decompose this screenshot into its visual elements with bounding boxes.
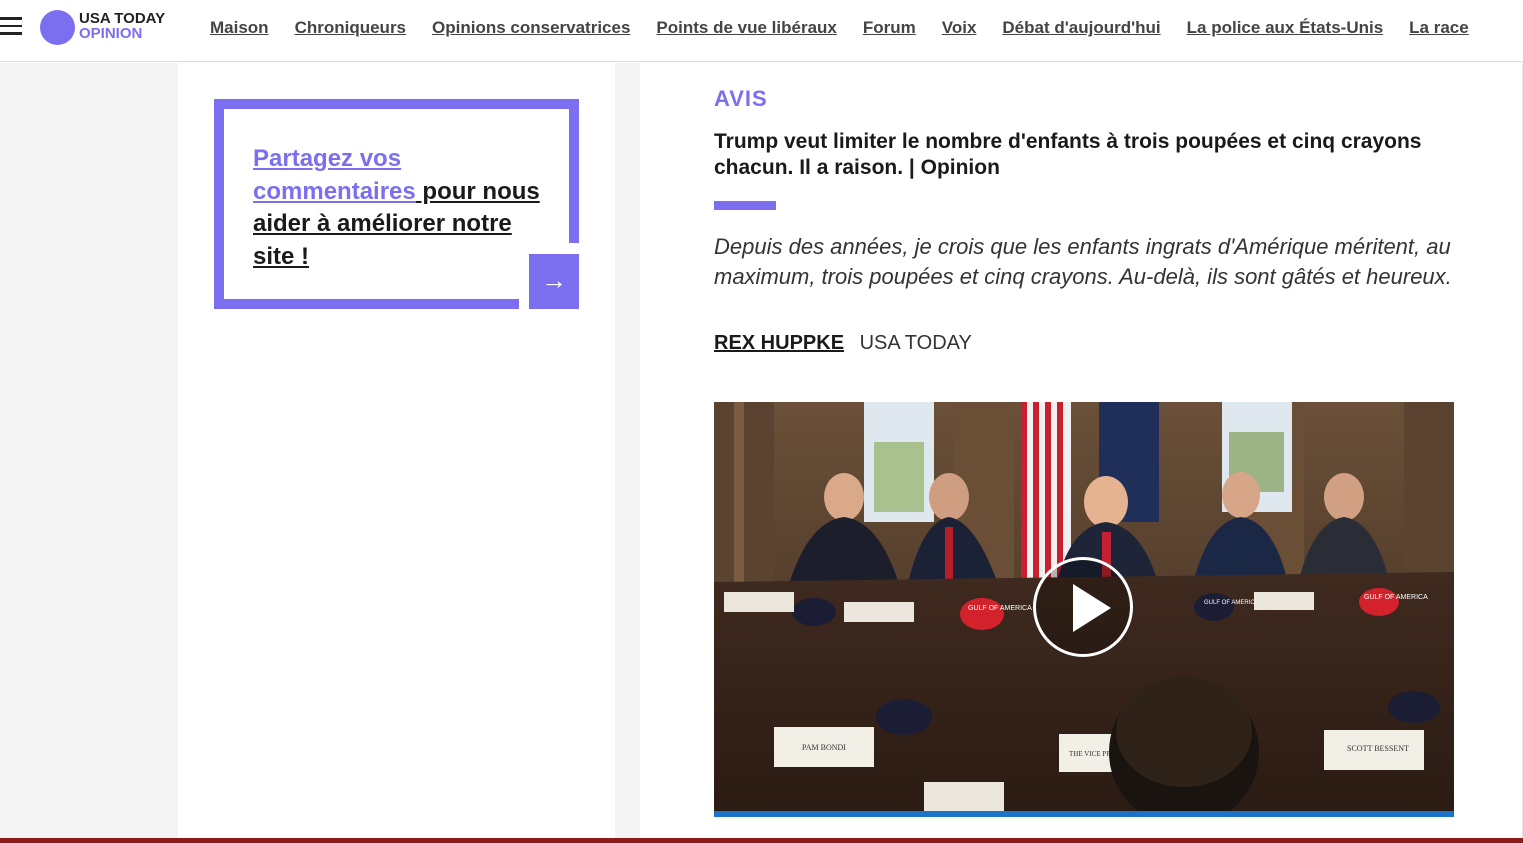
nav-item-opinions-conservatrices[interactable]: Opinions conservatrices (432, 18, 630, 37)
feedback-text: Partagez vos commentaires pour nous aide… (253, 143, 543, 273)
menu-icon[interactable] (0, 17, 22, 35)
byline: REX HUPPKE USA TODAY (714, 332, 972, 355)
video-player[interactable]: GULF OF AMERICA GULF OF AMERICA GULF OF … (714, 402, 1454, 817)
nav-item-police[interactable]: La police aux États-Unis (1187, 18, 1384, 37)
article-label: AVIS (714, 86, 768, 111)
accent-bar (714, 201, 776, 210)
play-button[interactable] (1033, 557, 1133, 657)
article-summary: Depuis des années, je crois que les enfa… (714, 234, 1452, 289)
nav-item-chroniqueurs[interactable]: Chroniqueurs (295, 18, 406, 37)
logo-line-2: OPINION (79, 25, 143, 42)
video-progress-bar[interactable] (714, 811, 1454, 817)
cap-label: GULF OF AMERICA (1364, 594, 1428, 601)
bottom-strip (0, 838, 1523, 843)
left-gutter (0, 63, 178, 843)
cap-label: GULF OF AMERICA (968, 605, 1032, 612)
play-icon (1073, 584, 1111, 632)
arrow-right-icon[interactable]: → (529, 254, 579, 309)
nav-item-maison[interactable]: Maison (210, 18, 269, 37)
article-headline[interactable]: Trump veut limiter le nombre d'enfants à… (714, 129, 1434, 181)
feedback-link[interactable]: Partagez vos commentaires (253, 145, 416, 205)
cap-label: GULF OF AMERICA (1204, 600, 1259, 606)
site-logo[interactable]: USA TODAY OPINION (79, 11, 165, 41)
nameplate-text: PAM BONDI (802, 743, 846, 752)
outlet-name: USA TODAY (859, 332, 972, 354)
nav-item-voix[interactable]: Voix (942, 18, 977, 37)
logo-line-1: USA TODAY (79, 10, 166, 27)
nav-item-forum[interactable]: Forum (863, 18, 916, 37)
author-link[interactable]: REX HUPPKE (714, 332, 844, 354)
main-nav: Maison Chroniqueurs Opinions conservatrice… (210, 18, 1495, 38)
logo-circle[interactable] (40, 10, 75, 45)
site-header: USA TODAY OPINION Maison Chroniqueurs Opin… (0, 0, 1523, 62)
nav-item-race[interactable]: La race (1409, 18, 1469, 37)
nav-item-debat[interactable]: Débat d'aujourd'hui (1002, 18, 1160, 37)
nav-item-points-de-vue-liberaux[interactable]: Points de vue libéraux (656, 18, 836, 37)
column-divider (615, 63, 640, 843)
nameplate-text: SCOTT BESSENT (1347, 744, 1409, 753)
